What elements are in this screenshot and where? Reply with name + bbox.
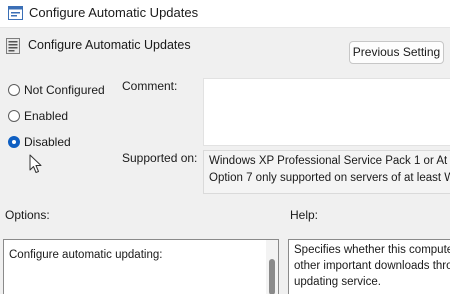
group-policy-icon bbox=[8, 6, 23, 20]
title-bar: Configure Automatic Updates bbox=[0, 0, 450, 28]
options-panel[interactable]: Configure automatic updating: bbox=[3, 239, 279, 294]
options-scrollbar[interactable] bbox=[266, 240, 278, 294]
radio-label: Disabled bbox=[24, 135, 71, 149]
supported-on-text: Windows XP Professional Service Pack 1 o… bbox=[209, 155, 450, 167]
scroll-thumb[interactable] bbox=[269, 259, 275, 294]
options-label: Options: bbox=[5, 208, 50, 222]
radio-button[interactable] bbox=[8, 110, 20, 122]
window-title: Configure Automatic Updates bbox=[29, 5, 199, 20]
help-text: updating service. bbox=[294, 276, 381, 288]
radio-button[interactable] bbox=[8, 84, 20, 96]
radio-button[interactable] bbox=[8, 136, 20, 148]
radio-label: Enabled bbox=[24, 109, 69, 123]
setting-title: Configure Automatic Updates bbox=[28, 38, 191, 52]
supported-on-box: Windows XP Professional Service Pack 1 o… bbox=[203, 150, 450, 194]
help-text: other important downloads thro bbox=[294, 260, 450, 272]
previous-setting-button[interactable]: Previous Setting bbox=[349, 41, 444, 64]
mouse-pointer-icon bbox=[29, 154, 43, 174]
help-panel[interactable]: Specifies whether this computer other im… bbox=[288, 239, 450, 294]
options-text: Configure automatic updating: bbox=[9, 249, 163, 261]
supported-on-text: Option 7 only supported on servers of at… bbox=[209, 172, 450, 184]
comment-label: Comment: bbox=[122, 79, 178, 93]
comment-textarea[interactable] bbox=[203, 78, 450, 146]
help-text: Specifies whether this computer bbox=[294, 244, 450, 256]
help-label: Help: bbox=[290, 208, 319, 222]
radio-label: Not Configured bbox=[24, 83, 105, 97]
policy-setting-icon bbox=[6, 38, 20, 54]
supported-on-label: Supported on: bbox=[122, 151, 198, 165]
